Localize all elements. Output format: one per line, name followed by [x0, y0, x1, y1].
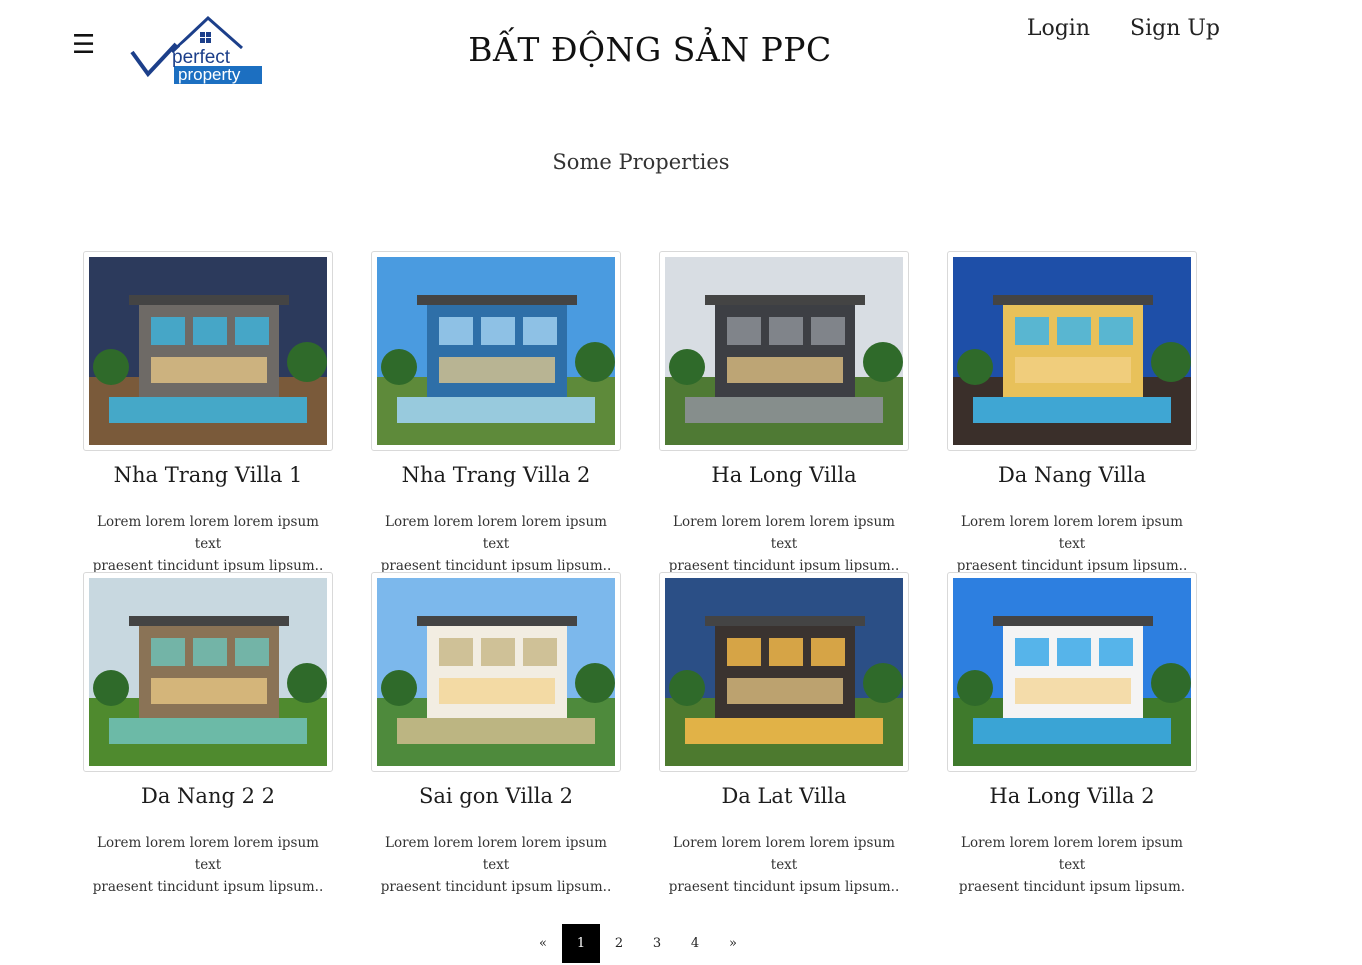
villa-photo-icon	[665, 578, 903, 766]
auth-links: Login Sign Up	[1027, 16, 1220, 41]
property-grid: Nha Trang Villa 1 Lorem lorem lorem lorem…	[83, 251, 1197, 895]
property-title[interactable]: Da Nang Villa	[947, 463, 1197, 491]
pagination: «1 2 3 4»	[524, 924, 752, 963]
pagination-next-button[interactable]: »	[714, 924, 752, 963]
property-title[interactable]: Nha Trang Villa 1	[83, 463, 333, 491]
property-title[interactable]: Ha Long Villa	[659, 463, 909, 491]
pagination-prev-button[interactable]: «	[524, 924, 562, 963]
property-title[interactable]: Da Lat Villa	[659, 784, 909, 812]
property-card: Ha Long Villa Lorem lorem lorem lorem ips…	[659, 251, 909, 574]
property-image[interactable]	[659, 572, 909, 772]
villa-photo-icon	[953, 578, 1191, 766]
property-description: Lorem lorem lorem lorem ipsum text praes…	[92, 835, 324, 895]
property-image[interactable]	[83, 251, 333, 451]
villa-photo-icon	[377, 578, 615, 766]
site-header: ☰ perfect property BẤT ĐỘNG SẢN PPC Logi…	[0, 0, 1362, 110]
property-image[interactable]	[371, 572, 621, 772]
property-image[interactable]	[947, 572, 1197, 772]
login-link[interactable]: Login	[1027, 16, 1090, 41]
property-title[interactable]: Nha Trang Villa 2	[371, 463, 621, 491]
property-card: Nha Trang Villa 2 Lorem lorem lorem lorem…	[371, 251, 621, 574]
property-image[interactable]	[947, 251, 1197, 451]
property-description: Lorem lorem lorem lorem ipsum text praes…	[380, 514, 612, 574]
property-title[interactable]: Ha Long Villa 2	[947, 784, 1197, 812]
villa-photo-icon	[89, 578, 327, 766]
property-description: Lorem lorem lorem lorem ipsum text praes…	[668, 514, 900, 574]
pagination-page-4[interactable]: 4	[676, 924, 714, 963]
property-card: Ha Long Villa 2 Lorem lorem lorem lorem i…	[947, 572, 1197, 895]
property-image[interactable]	[371, 251, 621, 451]
villa-photo-icon	[89, 257, 327, 445]
property-title[interactable]: Da Nang 2 2	[83, 784, 333, 812]
property-description: Lorem lorem lorem lorem ipsum text praes…	[380, 835, 612, 895]
signup-link[interactable]: Sign Up	[1130, 16, 1220, 41]
property-description: Lorem lorem lorem lorem ipsum text praes…	[668, 835, 900, 895]
pagination-page-2[interactable]: 2	[600, 924, 638, 963]
property-card: Nha Trang Villa 1 Lorem lorem lorem lorem…	[83, 251, 333, 574]
villa-photo-icon	[377, 257, 615, 445]
property-card: Da Nang 2 2 Lorem lorem lorem lorem ipsum…	[83, 572, 333, 895]
property-title[interactable]: Sai gon Villa 2	[371, 784, 621, 812]
property-card: Da Lat Villa Lorem lorem lorem lorem ipsu…	[659, 572, 909, 895]
property-description: Lorem lorem lorem lorem ipsum text praes…	[92, 514, 324, 574]
property-description: Lorem lorem lorem lorem ipsum text praes…	[958, 835, 1186, 895]
villa-photo-icon	[665, 257, 903, 445]
property-image[interactable]	[83, 572, 333, 772]
villa-photo-icon	[953, 257, 1191, 445]
property-card: Da Nang Villa Lorem lorem lorem lorem ips…	[947, 251, 1197, 574]
pagination-page-1[interactable]: 1	[562, 924, 600, 963]
property-image[interactable]	[659, 251, 909, 451]
section-title: Some Properties	[552, 150, 730, 174]
pagination-page-3[interactable]: 3	[638, 924, 676, 963]
property-description: Lorem lorem lorem lorem ipsum text praes…	[956, 514, 1188, 574]
property-card: Sai gon Villa 2 Lorem lorem lorem lorem i…	[371, 572, 621, 895]
